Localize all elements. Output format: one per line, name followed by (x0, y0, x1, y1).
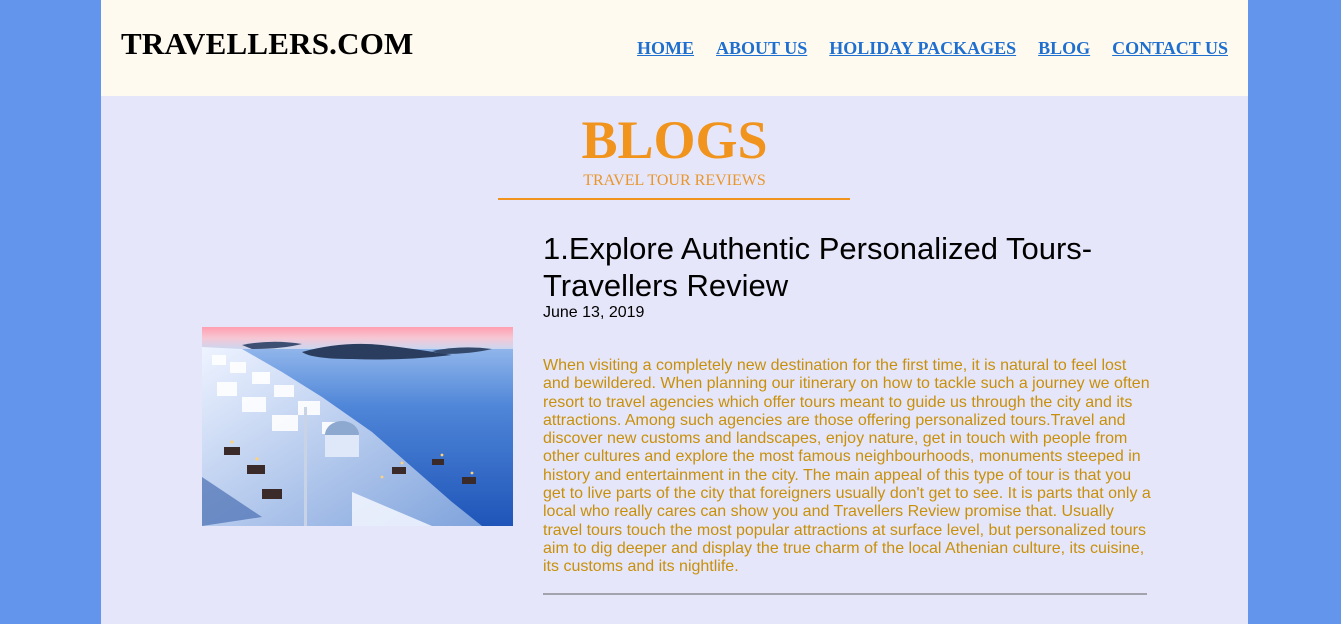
nav-blog-link[interactable]: BLOG (1038, 38, 1090, 59)
section-title: BLOGS (581, 110, 768, 170)
section-subtitle: TRAVEL TOUR REVIEWS (583, 172, 766, 189)
site-logo[interactable]: TRAVELLERS.COM (121, 26, 414, 62)
nav-contact-link[interactable]: CONTACT US (1112, 38, 1228, 59)
post-date: June 13, 2019 (543, 304, 645, 321)
nav-about-link[interactable]: ABOUT US (716, 38, 807, 59)
site-header: TRAVELLERS.COM HOME ABOUT US HOLIDAY PAC… (101, 0, 1248, 96)
page-container: TRAVELLERS.COM HOME ABOUT US HOLIDAY PAC… (101, 0, 1248, 624)
post-divider (543, 593, 1147, 595)
nav-holiday-packages-link[interactable]: HOLIDAY PACKAGES (829, 38, 1016, 59)
main-nav: HOME ABOUT US HOLIDAY PACKAGES BLOG CONT… (637, 38, 1228, 59)
post-body: When visiting a completely new destinati… (543, 357, 1151, 576)
title-divider (498, 198, 850, 200)
santorini-photo (202, 327, 513, 526)
post-title[interactable]: 1.Explore Authentic Personalized Tours-T… (543, 230, 1163, 304)
nav-home-link[interactable]: HOME (637, 38, 694, 59)
post-image (202, 327, 513, 526)
